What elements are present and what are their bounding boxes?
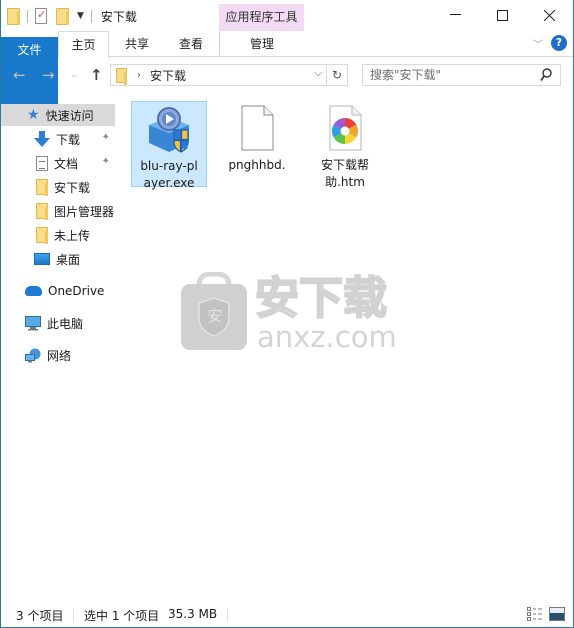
- window-title: 安下载: [100, 9, 137, 24]
- minimize-icon: [450, 14, 461, 15]
- download-icon: [34, 130, 50, 147]
- toolbar-divider: [27, 9, 28, 23]
- maximize-icon: [497, 9, 508, 21]
- sidebar-item-label: 快速访问: [45, 108, 94, 123]
- sidebar-item-label: 下载: [56, 132, 81, 147]
- title-bar: ▼ 安下载 应用程序工具: [1, 0, 573, 31]
- folder-icon: [36, 203, 48, 220]
- search-input[interactable]: [363, 68, 533, 82]
- explorer-window: ▼ 安下载 应用程序工具 文件 主页 共享 查看 管理 ﹀ ? ←: [0, 0, 574, 628]
- ribbon-tabs: 文件 主页 共享 查看 管理 ﹀ ?: [1, 31, 573, 123]
- sidebar-item-label: 文档: [54, 156, 79, 171]
- sidebar-item-desktop[interactable]: 桌面: [1, 248, 115, 270]
- tab-home[interactable]: 主页: [58, 31, 109, 58]
- minimize-button[interactable]: [432, 0, 479, 30]
- sidebar-item-label: 此电脑: [47, 316, 84, 331]
- search-icon[interactable]: [540, 68, 552, 82]
- star-icon: ★: [27, 107, 40, 123]
- breadcrumb-separator-icon[interactable]: ›: [137, 70, 141, 81]
- navigation-pane: ★ 快速访问 下载 ✦ 文档 ✦ 安下载 图片管理器 未上传 桌面 OneDri…: [1, 100, 115, 590]
- maximize-button[interactable]: [479, 0, 526, 30]
- folder-icon: [36, 227, 48, 244]
- contextual-tab-header: 应用程序工具: [219, 4, 304, 31]
- sidebar-item-label: 网络: [47, 348, 72, 363]
- tab-manage[interactable]: 管理: [219, 31, 304, 57]
- large-icons-view-icon[interactable]: [549, 607, 565, 621]
- htm-file-icon: [329, 105, 362, 151]
- tab-share[interactable]: 共享: [111, 31, 163, 57]
- up-button[interactable]: ↑: [90, 66, 103, 84]
- recent-locations-chevron-icon[interactable]: ⌄: [70, 70, 78, 80]
- file-name: pnghhbd.: [219, 157, 295, 174]
- sidebar-item-label: 桌面: [56, 252, 81, 267]
- customize-toolbar-dropdown-icon[interactable]: ▼: [77, 11, 84, 21]
- address-history-chevron-icon[interactable]: ⌵: [314, 68, 322, 79]
- sidebar-item-quick-access[interactable]: ★ 快速访问: [1, 104, 115, 126]
- file-name-line: ayer.exe: [143, 176, 195, 190]
- expand-ribbon-chevron-icon[interactable]: ﹀: [533, 36, 543, 51]
- network-icon: [25, 348, 41, 362]
- back-button[interactable]: ←: [13, 66, 26, 84]
- file-item[interactable]: pnghhbd.: [219, 101, 295, 187]
- pin-icon[interactable]: ✦: [102, 132, 110, 143]
- status-divider: [227, 608, 228, 622]
- computer-icon: [25, 315, 41, 330]
- search-box[interactable]: [362, 64, 561, 86]
- tab-view[interactable]: 查看: [163, 31, 219, 57]
- view-switcher: [527, 607, 565, 621]
- document-icon: [36, 155, 48, 171]
- help-icon[interactable]: ?: [551, 35, 567, 51]
- file-name: 安下载帮 助.htm: [307, 157, 383, 191]
- sidebar-item-anxiazai[interactable]: 安下载: [1, 176, 115, 198]
- close-button[interactable]: [526, 0, 573, 30]
- refresh-button[interactable]: ↻: [326, 65, 347, 85]
- folder-icon[interactable]: [7, 7, 20, 25]
- new-folder-icon[interactable]: [56, 7, 69, 25]
- ribbon-right-controls: ﹀ ?: [533, 35, 567, 51]
- file-name: blu-ray-pl ayer.exe: [132, 158, 206, 192]
- folder-icon: [36, 179, 48, 196]
- selection-size: 35.3 MB: [168, 607, 218, 621]
- cloud-icon: [25, 286, 42, 296]
- sidebar-item-label: 未上传: [54, 228, 91, 243]
- installer-icon: [149, 107, 189, 153]
- sidebar-item-label: OneDrive: [48, 284, 105, 298]
- file-name-line: blu-ray-pl: [140, 159, 198, 173]
- breadcrumb-item[interactable]: 安下载: [150, 67, 186, 84]
- properties-icon[interactable]: [35, 8, 47, 24]
- sidebar-item-picture-manager[interactable]: 图片管理器: [1, 200, 115, 222]
- toolbar-divider: [90, 9, 92, 23]
- file-item[interactable]: 安下载帮 助.htm: [307, 101, 383, 189]
- sidebar-item-documents[interactable]: 文档 ✦: [1, 152, 115, 174]
- sidebar-item-this-pc[interactable]: 此电脑: [1, 312, 115, 334]
- selection-count: 选中 1 个项目: [84, 609, 160, 623]
- close-icon: [544, 9, 555, 21]
- sidebar-item-onedrive[interactable]: OneDrive: [1, 280, 115, 302]
- sidebar-item-network[interactable]: 网络: [1, 344, 115, 366]
- sidebar-item-label: 安下载: [54, 180, 91, 195]
- item-count: 3 个项目: [16, 609, 64, 623]
- forward-button[interactable]: →: [42, 66, 55, 84]
- file-list: blu-ray-pl ayer.exe pnghhbd. 安下载帮 助.htm: [122, 95, 573, 595]
- blank-file-icon: [241, 105, 274, 151]
- desktop-icon: [34, 253, 50, 265]
- navigation-bar: ← → ⌄ ↑ › 安下载 ⌵ ↻: [1, 58, 573, 92]
- quick-access-toolbar: ▼ 安下载: [7, 6, 137, 26]
- address-bar[interactable]: › 安下载 ⌵ ↻: [110, 64, 348, 86]
- details-view-icon[interactable]: [527, 607, 543, 621]
- sidebar-item-not-uploaded[interactable]: 未上传: [1, 224, 115, 246]
- file-name-line: 助.htm: [325, 175, 365, 189]
- sidebar-item-downloads[interactable]: 下载 ✦: [1, 128, 115, 150]
- window-controls: [432, 0, 573, 30]
- file-name-line: 安下载帮: [320, 158, 369, 172]
- status-bar: 3 个项目 选中 1 个项目 35.3 MB: [1, 603, 573, 627]
- status-divider: [73, 608, 74, 622]
- file-name-line: pnghhbd.: [228, 158, 286, 172]
- folder-icon: [116, 67, 127, 85]
- pin-icon[interactable]: ✦: [102, 156, 110, 167]
- sidebar-item-label: 图片管理器: [54, 204, 115, 219]
- file-item[interactable]: blu-ray-pl ayer.exe: [131, 101, 207, 190]
